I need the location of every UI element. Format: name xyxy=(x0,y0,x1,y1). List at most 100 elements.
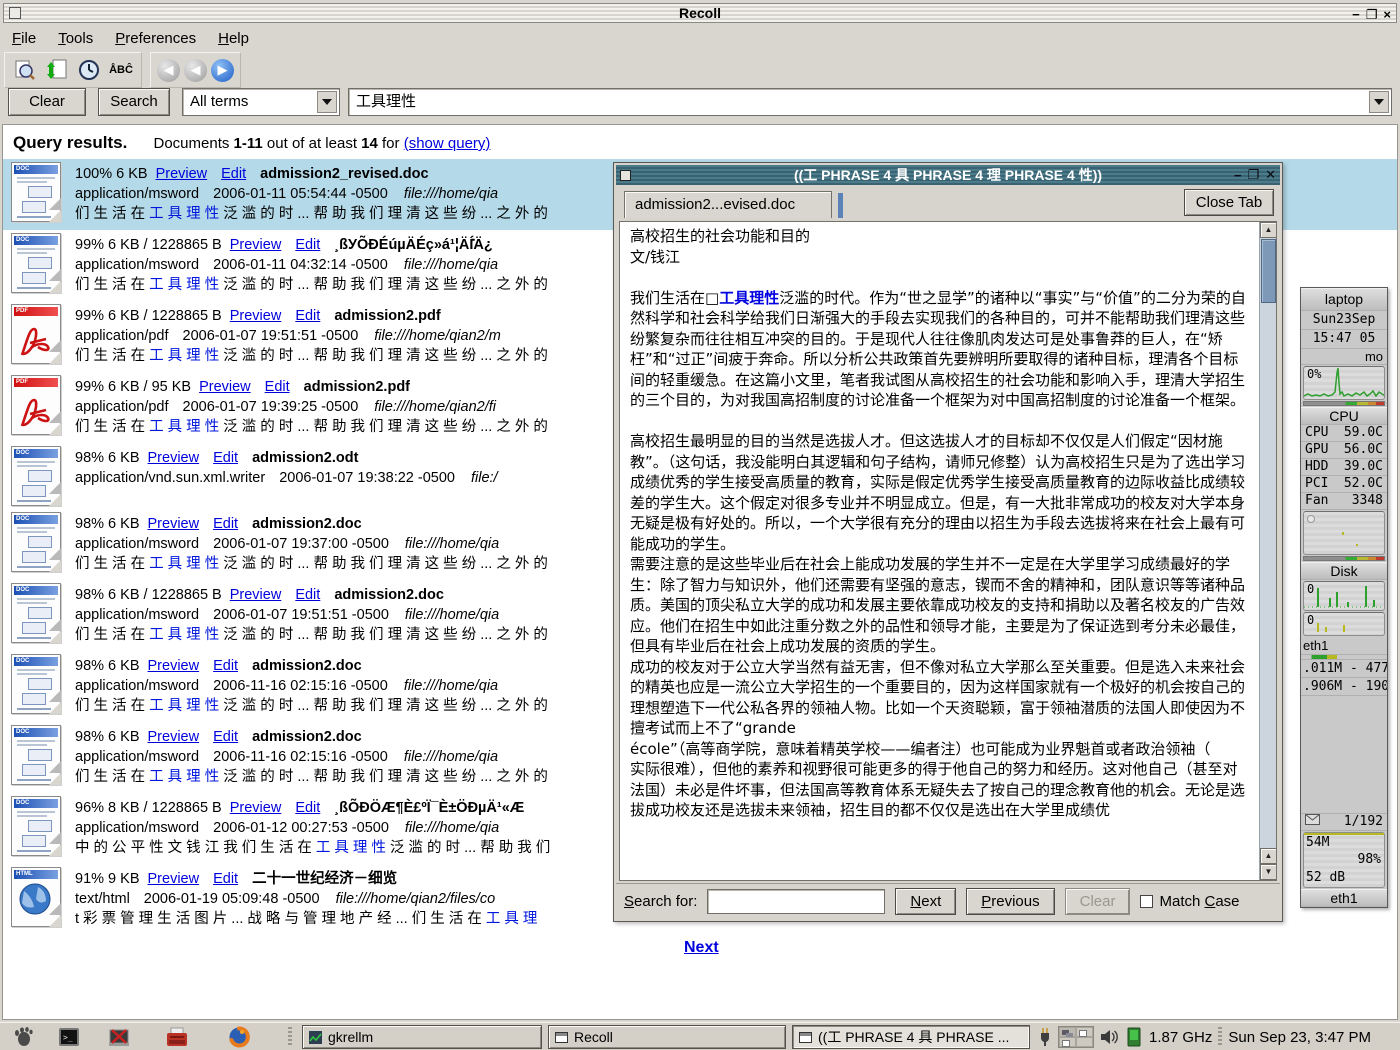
taskbar-clock[interactable]: Sun Sep 23, 3:47 PM xyxy=(1228,1029,1371,1046)
menu-help[interactable]: Help xyxy=(218,30,249,47)
edit-link[interactable]: Edit xyxy=(213,871,238,887)
show-query-link[interactable]: (show query) xyxy=(404,135,491,152)
workspace-3[interactable] xyxy=(1059,1037,1076,1047)
edit-link[interactable]: Edit xyxy=(221,166,246,182)
minimize-button[interactable]: − xyxy=(1352,8,1360,21)
find-input[interactable] xyxy=(707,889,885,914)
history-clock-icon[interactable] xyxy=(75,56,103,84)
chevron-down-icon[interactable] xyxy=(1369,91,1389,113)
disk-read-chart[interactable]: 0 xyxy=(1303,581,1385,611)
snippet-text: 泛 滥 的 时 ... 帮 助 我 们 理 清 这 些 纷 ... 之 外 的 xyxy=(219,348,548,364)
preview-link[interactable]: Preview xyxy=(199,379,251,395)
fan-chart[interactable] xyxy=(1303,511,1385,555)
terminal-icon[interactable]: >_ xyxy=(58,1026,80,1048)
preview-link[interactable]: Preview xyxy=(148,871,200,887)
gkrellm-time: 15:47 05 xyxy=(1301,330,1387,349)
edit-link[interactable]: Edit xyxy=(213,450,238,466)
next-results-link[interactable]: Next xyxy=(684,939,719,957)
gkrellm-date: Sun23Sep xyxy=(1301,311,1387,330)
clear-button[interactable]: Clear xyxy=(8,88,86,116)
menu-preferences[interactable]: Preferences xyxy=(115,30,196,47)
edit-link[interactable]: Edit xyxy=(295,237,320,253)
preview-scrollbar[interactable]: ▲ ▲ ▼ xyxy=(1259,222,1276,880)
preview-link[interactable]: Preview xyxy=(230,800,282,816)
edit-link[interactable]: Edit xyxy=(213,658,238,674)
edit-link[interactable]: Edit xyxy=(213,729,238,745)
search-button[interactable]: Search xyxy=(98,88,170,116)
snippet-text: 中 的 公 平 性 文 钱 江 我 们 生 活 在 xyxy=(75,840,316,856)
gkrellm-panel[interactable]: laptop Sun23Sep 15:47 05 mo 0% CPU CPU59… xyxy=(1300,287,1388,908)
scroll-up2-icon[interactable]: ▲ xyxy=(1260,848,1277,864)
preview-link[interactable]: Preview xyxy=(148,658,200,674)
task-gkrellm[interactable]: gkrellm xyxy=(302,1025,542,1049)
snippet-text: école”（高等商学院，意味着精英学校——编者注）也可能成为业界魁首或者政治领… xyxy=(630,740,1210,758)
result-date: 2006-01-07 19:51:51 -0500 xyxy=(183,328,359,344)
edit-link[interactable]: Edit xyxy=(295,587,320,603)
task-preview[interactable]: ((工 PHRASE 4 具 PHRASE ... xyxy=(792,1025,1030,1049)
cpufreq-icon[interactable] xyxy=(1125,1027,1143,1047)
chevron-down-icon[interactable] xyxy=(317,91,337,113)
doc-icon: DOC xyxy=(11,512,61,572)
match-case-checkbox-row[interactable]: Match Case xyxy=(1140,893,1239,910)
match-case-checkbox[interactable] xyxy=(1140,895,1153,908)
term-explorer-icon[interactable]: ÅBĈ xyxy=(107,56,135,84)
next-page-icon[interactable]: ▶ xyxy=(211,59,234,82)
preview-titlebar[interactable]: ((工 PHRASE 4 具 PHRASE 4 理 PHRASE 4 性)) −… xyxy=(616,165,1280,185)
preview-link[interactable]: Preview xyxy=(230,308,282,324)
close-tab-button[interactable]: Close Tab xyxy=(1184,189,1274,216)
preview-link[interactable]: Preview xyxy=(148,729,200,745)
preview-link[interactable]: Preview xyxy=(148,450,200,466)
task-recoll[interactable]: Recoll xyxy=(548,1025,786,1049)
relevance-size: 98% 6 KB xyxy=(75,658,140,674)
find-next-button[interactable]: Next xyxy=(895,888,956,915)
snippet-text: 们 生 活 在 xyxy=(75,698,149,714)
workspace-4[interactable] xyxy=(1076,1037,1093,1047)
edit-link[interactable]: Edit xyxy=(213,516,238,532)
typewriter-icon[interactable] xyxy=(166,1026,188,1048)
preview-link[interactable]: Preview xyxy=(156,166,208,182)
preview-link[interactable]: Preview xyxy=(148,516,200,532)
edit-link[interactable]: Edit xyxy=(265,379,290,395)
menu-file[interactable]: File xyxy=(12,30,36,47)
preview-link[interactable]: Preview xyxy=(230,587,282,603)
menu-tools[interactable]: Tools xyxy=(58,30,93,47)
cpu-chart[interactable]: 0% xyxy=(1303,366,1385,400)
panel-handle[interactable] xyxy=(288,1027,292,1047)
prev-page-icon[interactable]: ◀ xyxy=(184,59,207,82)
search-mode-select[interactable]: All terms xyxy=(182,88,340,116)
volume-meter[interactable]: 54M 98% 52 dB xyxy=(1303,832,1385,888)
edit-link[interactable]: Edit xyxy=(295,308,320,324)
workspace-2[interactable] xyxy=(1076,1027,1093,1037)
scroll-down-icon[interactable]: ▼ xyxy=(1260,864,1277,880)
main-window-titlebar[interactable]: Recoll − ❐ × xyxy=(3,3,1397,23)
screensaver-icon[interactable] xyxy=(108,1026,130,1048)
mail-row[interactable]: 1/192 xyxy=(1301,814,1387,831)
advanced-search-icon[interactable] xyxy=(11,56,39,84)
power-plug-icon[interactable] xyxy=(1038,1027,1052,1047)
fan-krell xyxy=(1303,556,1385,561)
scroll-up-icon[interactable]: ▲ xyxy=(1260,222,1277,238)
volume-speaker-icon[interactable] xyxy=(1100,1029,1119,1045)
edit-link[interactable]: Edit xyxy=(295,800,320,816)
preview-tab[interactable]: admission2...evised.doc xyxy=(624,191,832,218)
close-button[interactable]: × xyxy=(1383,8,1391,21)
result-mimetype: application/msword xyxy=(75,749,199,765)
workspace-1[interactable] xyxy=(1059,1027,1076,1037)
matched-term: 工 具 理 xyxy=(486,911,538,927)
sort-icon[interactable] xyxy=(43,56,71,84)
query-input[interactable]: 工具理性 xyxy=(348,88,1392,116)
restore-button[interactable]: ❐ xyxy=(1366,8,1378,21)
first-page-icon[interactable]: ◀ xyxy=(157,59,180,82)
workspace-switcher[interactable] xyxy=(1058,1026,1094,1048)
preview-link[interactable]: Preview xyxy=(230,237,282,253)
preview-minimize-button[interactable]: − xyxy=(1234,168,1242,183)
scrollbar-thumb[interactable] xyxy=(1261,239,1276,303)
snippet-text: 泛 滥 的 时 ... 帮 助 我 们 理 清 这 些 纷 ... 之 外 的 xyxy=(219,698,548,714)
preview-restore-button[interactable]: ❐ xyxy=(1247,167,1259,183)
gnome-footprint-icon[interactable] xyxy=(12,1026,34,1048)
firefox-icon[interactable] xyxy=(228,1026,250,1048)
find-previous-button[interactable]: Previous xyxy=(966,888,1054,915)
result-date: 2006-01-07 19:51:51 -0500 xyxy=(213,607,389,623)
preview-close-button[interactable]: ✕ xyxy=(1265,167,1276,183)
disk-write-chart[interactable]: 0 xyxy=(1303,612,1385,636)
